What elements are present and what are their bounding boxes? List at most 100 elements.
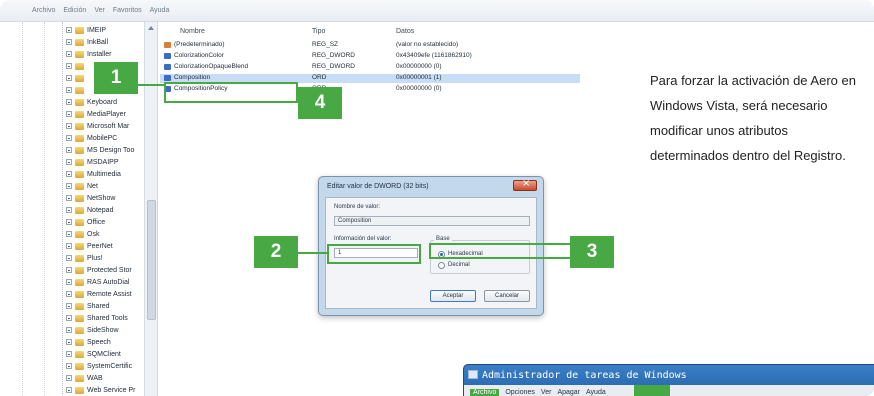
expand-toggle-icon[interactable]	[66, 75, 72, 81]
expand-toggle-icon[interactable]	[66, 171, 72, 177]
tree-item[interactable]: SystemCertific	[66, 361, 132, 371]
tree-item[interactable]: Notepad	[66, 205, 113, 215]
tree-item[interactable]: MS Design Too	[66, 145, 134, 155]
tree-item[interactable]: MSDAIPP	[66, 157, 119, 167]
tree-item[interactable]: Microsoft Mar	[66, 121, 129, 131]
expand-toggle-icon[interactable]	[66, 291, 72, 297]
expand-toggle-icon[interactable]	[66, 39, 72, 45]
tm-menu-apagar[interactable]: Apagar	[557, 389, 580, 396]
tree-item[interactable]: Web Service Pr	[66, 385, 136, 395]
expand-toggle-icon[interactable]	[66, 231, 72, 237]
tree-item[interactable]: SideShow	[66, 325, 119, 335]
tree-item[interactable]: WAB	[66, 373, 103, 383]
tm-menu-archivo[interactable]: Archivo	[470, 388, 500, 396]
tree-item-label: MediaPlayer	[87, 110, 126, 118]
tree-item[interactable]: Net	[66, 181, 98, 191]
column-header-type[interactable]: Tipo	[312, 28, 325, 35]
folder-icon	[75, 218, 84, 226]
registry-value-row[interactable]: (Predeterminado) REG_SZ (valor no establec…	[160, 41, 580, 50]
menu-archivo[interactable]: Archivo	[32, 7, 55, 14]
menu-ayuda[interactable]: Ayuda	[150, 7, 170, 14]
expand-toggle-icon[interactable]	[66, 315, 72, 321]
expand-toggle-icon[interactable]	[66, 111, 72, 117]
expand-toggle-icon[interactable]	[66, 279, 72, 285]
tree-item[interactable]: Plus!	[66, 253, 103, 263]
tm-menu-ayuda[interactable]: Ayuda	[586, 389, 606, 396]
screenshot-frame: Archivo Edición Ver Favoritos Ayuda IMEI…	[0, 0, 874, 396]
tree-item[interactable]: MediaPlayer	[66, 109, 126, 119]
tree-item[interactable]	[66, 61, 87, 71]
column-header-name[interactable]: Nombre	[180, 28, 205, 35]
registry-value-row[interactable]: ColorizationColor REG_DWORD 0x43409efe (11…	[160, 52, 580, 61]
tree-item[interactable]: IMEIP	[66, 25, 106, 35]
expand-toggle-icon[interactable]	[66, 255, 72, 261]
tree-scrollbar[interactable]	[144, 22, 157, 396]
expand-toggle-icon[interactable]	[66, 123, 72, 129]
tm-menu-opciones[interactable]: Opciones	[505, 389, 535, 396]
menu-edicion[interactable]: Edición	[63, 7, 86, 14]
expand-toggle-icon[interactable]	[66, 303, 72, 309]
dword-value-icon	[164, 64, 171, 70]
expand-toggle-icon[interactable]	[66, 27, 72, 33]
tree-item[interactable]: Shared Tools	[66, 313, 128, 323]
tree-item-label: Office	[87, 218, 106, 226]
dialog-close-button[interactable]	[513, 178, 537, 191]
expand-toggle-icon[interactable]	[66, 219, 72, 225]
tree-item[interactable]: SQMClient	[66, 349, 121, 359]
expand-toggle-icon[interactable]	[66, 387, 72, 393]
tree-item[interactable]: NetShow	[66, 193, 115, 203]
expand-toggle-icon[interactable]	[66, 63, 72, 69]
tree-item[interactable]: Installer	[66, 49, 112, 59]
tree-item[interactable]: Shared	[66, 301, 110, 311]
expand-toggle-icon[interactable]	[66, 243, 72, 249]
expand-toggle-icon[interactable]	[66, 207, 72, 213]
tree-item[interactable]: Keyboard	[66, 97, 117, 107]
tree-item-label: Keyboard	[87, 98, 117, 106]
tree-item[interactable]: MobilePC	[66, 133, 117, 143]
expand-toggle-icon[interactable]	[66, 375, 72, 381]
expand-toggle-icon[interactable]	[66, 159, 72, 165]
menu-ver[interactable]: Ver	[94, 7, 105, 14]
expand-toggle-icon[interactable]	[66, 339, 72, 345]
folder-icon	[75, 242, 84, 250]
expand-toggle-icon[interactable]	[66, 363, 72, 369]
folder-icon	[75, 194, 84, 202]
expand-toggle-icon[interactable]	[66, 267, 72, 273]
tree-item[interactable]: PeerNet	[66, 241, 113, 251]
tree-item[interactable]: Protected Stor	[66, 265, 132, 275]
expand-toggle-icon[interactable]	[66, 99, 72, 105]
menu-favoritos[interactable]: Favoritos	[113, 7, 142, 14]
expand-toggle-icon[interactable]	[66, 351, 72, 357]
tree-item[interactable]: InkBall	[66, 37, 108, 47]
expand-toggle-icon[interactable]	[66, 147, 72, 153]
tree-item[interactable]	[66, 85, 87, 95]
radio-decimal[interactable]	[438, 262, 445, 269]
expand-toggle-icon[interactable]	[66, 51, 72, 57]
folder-icon	[75, 182, 84, 190]
tree-item[interactable]: Speech	[66, 337, 111, 347]
tree-item[interactable]	[66, 73, 87, 83]
tree-guide-line	[62, 22, 63, 396]
expand-toggle-icon[interactable]	[66, 135, 72, 141]
tree-item-label: Net	[87, 182, 98, 190]
accept-button[interactable]: Aceptar	[430, 290, 476, 302]
tree-item[interactable]: Office	[66, 217, 105, 227]
tree-item-label: Protected Stor	[87, 266, 132, 274]
scroll-up-arrow-icon[interactable]	[148, 26, 154, 30]
expand-toggle-icon[interactable]	[66, 327, 72, 333]
tree-item[interactable]: RAS AutoDial	[66, 277, 129, 287]
tree-item[interactable]: Remote Assist	[66, 289, 132, 299]
tree-item[interactable]: Osk	[66, 229, 99, 239]
tree-item[interactable]: Multimedia	[66, 169, 121, 179]
column-header-data[interactable]: Datos	[396, 28, 414, 35]
expand-toggle-icon[interactable]	[66, 183, 72, 189]
scrollbar-thumb[interactable]	[147, 200, 156, 320]
highlight-box-values	[164, 82, 298, 103]
expand-toggle-icon[interactable]	[66, 87, 72, 93]
folder-icon	[75, 158, 84, 166]
cancel-button[interactable]: Cancelar	[484, 290, 530, 302]
registry-value-row[interactable]: ColorizationOpaqueBlend REG_DWORD 0x000000…	[160, 63, 580, 72]
expand-toggle-icon[interactable]	[66, 195, 72, 201]
tm-menu-ver[interactable]: Ver	[541, 389, 552, 396]
folder-icon	[75, 374, 84, 382]
